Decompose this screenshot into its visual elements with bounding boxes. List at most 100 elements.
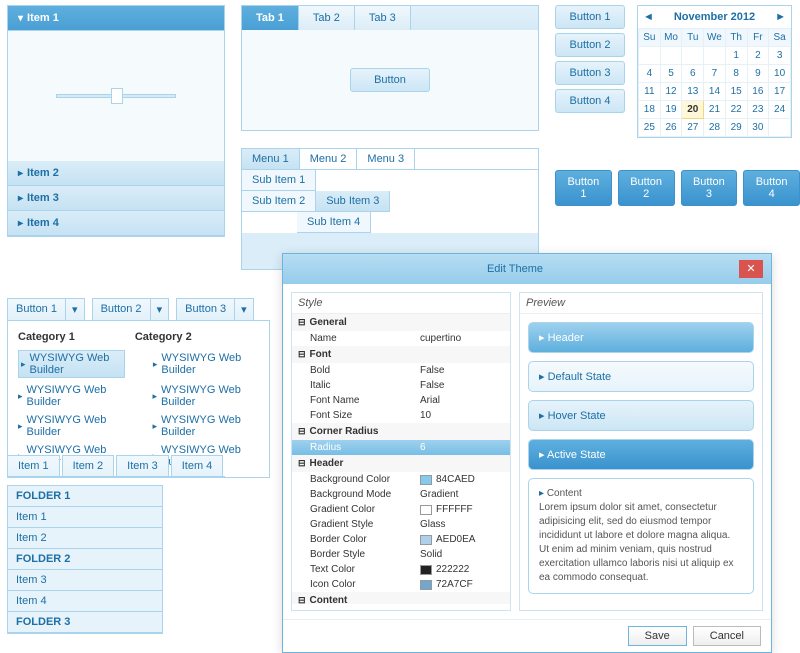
sub-item-1[interactable]: Sub Item 1 bbox=[242, 170, 316, 191]
chevron-down-icon[interactable]: ▾ bbox=[65, 299, 84, 320]
cal-day[interactable]: 21 bbox=[704, 101, 726, 119]
dv-cell[interactable]: WYSIWYG Web Builder bbox=[153, 384, 260, 408]
dv-cell[interactable]: WYSIWYG Web Builder bbox=[18, 384, 125, 408]
cal-day[interactable]: 1 bbox=[725, 47, 747, 65]
prop-row[interactable]: Background ModeGradient bbox=[292, 487, 510, 502]
tab-2[interactable]: Tab 2 bbox=[299, 6, 355, 30]
tab-3[interactable]: Tab 3 bbox=[355, 6, 411, 30]
cal-day[interactable]: 22 bbox=[725, 101, 747, 119]
prop-row[interactable]: Icon Color72A7CF bbox=[292, 577, 510, 592]
sub-item-3[interactable]: Sub Item 3 bbox=[316, 191, 390, 212]
prop-row[interactable]: Font Size10 bbox=[292, 408, 510, 423]
cal-day[interactable]: 3 bbox=[769, 47, 791, 65]
cal-day[interactable]: 11 bbox=[639, 83, 661, 101]
prop-row[interactable]: Text Color222222 bbox=[292, 562, 510, 577]
row-button-1[interactable]: Button 1 bbox=[555, 170, 612, 206]
accordion-item-3-header[interactable]: Item 3 bbox=[8, 186, 224, 211]
cal-day[interactable]: 4 bbox=[639, 65, 661, 83]
dv-cell[interactable]: WYSIWYG Web Builder bbox=[153, 414, 260, 438]
menu-3[interactable]: Menu 3 bbox=[357, 149, 415, 169]
prop-row[interactable]: Border ColorAED0EA bbox=[292, 532, 510, 547]
folder-1[interactable]: FOLDER 1 bbox=[8, 486, 162, 507]
preview-active[interactable]: ▸ Active State bbox=[528, 439, 754, 470]
row-button-4[interactable]: Button 4 bbox=[743, 170, 800, 206]
ts-item-4[interactable]: Item 4 bbox=[171, 455, 224, 476]
cal-day[interactable]: 15 bbox=[725, 83, 747, 101]
slider[interactable] bbox=[56, 94, 176, 98]
cal-day[interactable]: 9 bbox=[747, 65, 769, 83]
cal-day[interactable]: 13 bbox=[682, 83, 704, 101]
tab-body-button[interactable]: Button bbox=[350, 68, 430, 92]
dv-cell[interactable]: WYSIWYG Web Builder bbox=[18, 414, 125, 438]
cal-day[interactable]: 28 bbox=[704, 119, 726, 137]
close-icon[interactable]: ✕ bbox=[739, 260, 763, 278]
stack-button-3[interactable]: Button 3 bbox=[555, 61, 625, 85]
folder-item[interactable]: Item 4 bbox=[8, 591, 162, 612]
cal-day[interactable]: 8 bbox=[725, 65, 747, 83]
stack-button-1[interactable]: Button 1 bbox=[555, 5, 625, 29]
cal-day[interactable]: 30 bbox=[747, 119, 769, 137]
cal-day[interactable]: 20 bbox=[682, 101, 704, 119]
row-button-2[interactable]: Button 2 bbox=[618, 170, 675, 206]
split-button-3[interactable]: Button 3▾ bbox=[176, 298, 254, 321]
menu-1[interactable]: Menu 1 bbox=[242, 149, 300, 169]
prop-row[interactable]: Radius6 bbox=[292, 440, 510, 455]
sub-item-4[interactable]: Sub Item 4 bbox=[297, 212, 371, 233]
ts-item-3[interactable]: Item 3 bbox=[116, 455, 169, 476]
cal-day[interactable]: 17 bbox=[769, 83, 791, 101]
save-button[interactable]: Save bbox=[628, 626, 687, 646]
cancel-button[interactable]: Cancel bbox=[693, 626, 761, 646]
stack-button-2[interactable]: Button 2 bbox=[555, 33, 625, 57]
cal-day[interactable]: 10 bbox=[769, 65, 791, 83]
slider-handle[interactable] bbox=[111, 88, 123, 104]
folder-item[interactable]: Item 3 bbox=[8, 570, 162, 591]
ts-item-2[interactable]: Item 2 bbox=[62, 455, 115, 476]
preview-hover[interactable]: ▸ Hover State bbox=[528, 400, 754, 431]
accordion-item-2-header[interactable]: Item 2 bbox=[8, 161, 224, 186]
prop-row[interactable]: Gradient StyleGlass bbox=[292, 517, 510, 532]
split-button-1[interactable]: Button 1▾ bbox=[7, 298, 85, 321]
prop-group[interactable]: Font bbox=[292, 346, 510, 363]
cal-day[interactable]: 2 bbox=[747, 47, 769, 65]
prop-group[interactable]: Corner Radius bbox=[292, 423, 510, 440]
prop-row[interactable]: Namecupertino bbox=[292, 331, 510, 346]
dv-cell[interactable]: WYSIWYG Web Builder bbox=[18, 350, 125, 378]
prop-group[interactable]: Header bbox=[292, 455, 510, 472]
cal-day[interactable]: 27 bbox=[682, 119, 704, 137]
prop-group[interactable]: Content bbox=[292, 592, 510, 604]
menu-2[interactable]: Menu 2 bbox=[300, 149, 358, 169]
chevron-down-icon[interactable]: ▾ bbox=[234, 299, 253, 320]
cal-day[interactable]: 18 bbox=[639, 101, 661, 119]
preview-default[interactable]: ▸ Default State bbox=[528, 361, 754, 392]
folder-item[interactable]: Item 2 bbox=[8, 528, 162, 549]
dv-cell[interactable]: WYSIWYG Web Builder bbox=[153, 350, 259, 378]
split-button-2[interactable]: Button 2▾ bbox=[92, 298, 170, 321]
prop-row[interactable]: Border StyleSolid bbox=[292, 547, 510, 562]
tab-1[interactable]: Tab 1 bbox=[242, 6, 299, 30]
cal-day[interactable]: 14 bbox=[704, 83, 726, 101]
cal-day[interactable]: 16 bbox=[747, 83, 769, 101]
cal-day[interactable]: 7 bbox=[704, 65, 726, 83]
row-button-3[interactable]: Button 3 bbox=[681, 170, 738, 206]
prop-row[interactable]: BoldFalse bbox=[292, 363, 510, 378]
cal-day[interactable]: 12 bbox=[660, 83, 682, 101]
ts-item-1[interactable]: Item 1 bbox=[7, 455, 60, 476]
calendar-prev-icon[interactable]: ◄ bbox=[643, 11, 654, 23]
accordion-item-1-header[interactable]: Item 1 bbox=[8, 6, 224, 31]
cal-day[interactable]: 24 bbox=[769, 101, 791, 119]
cal-day[interactable]: 23 bbox=[747, 101, 769, 119]
prop-row[interactable]: ItalicFalse bbox=[292, 378, 510, 393]
chevron-down-icon[interactable]: ▾ bbox=[150, 299, 169, 320]
sub-item-2[interactable]: Sub Item 2 bbox=[242, 191, 316, 212]
prop-row[interactable]: Gradient ColorFFFFFF bbox=[292, 502, 510, 517]
prop-row[interactable]: Background Color84CAED bbox=[292, 472, 510, 487]
prop-row[interactable]: Font NameArial bbox=[292, 393, 510, 408]
cal-day[interactable]: 25 bbox=[639, 119, 661, 137]
cal-day[interactable]: 5 bbox=[660, 65, 682, 83]
accordion-item-4-header[interactable]: Item 4 bbox=[8, 211, 224, 236]
property-grid[interactable]: GeneralNamecupertinoFontBoldFalseItalicF… bbox=[292, 314, 510, 604]
cal-day[interactable]: 19 bbox=[660, 101, 682, 119]
cal-day[interactable]: 26 bbox=[660, 119, 682, 137]
folder-item[interactable]: Item 1 bbox=[8, 507, 162, 528]
cal-day[interactable]: 29 bbox=[725, 119, 747, 137]
